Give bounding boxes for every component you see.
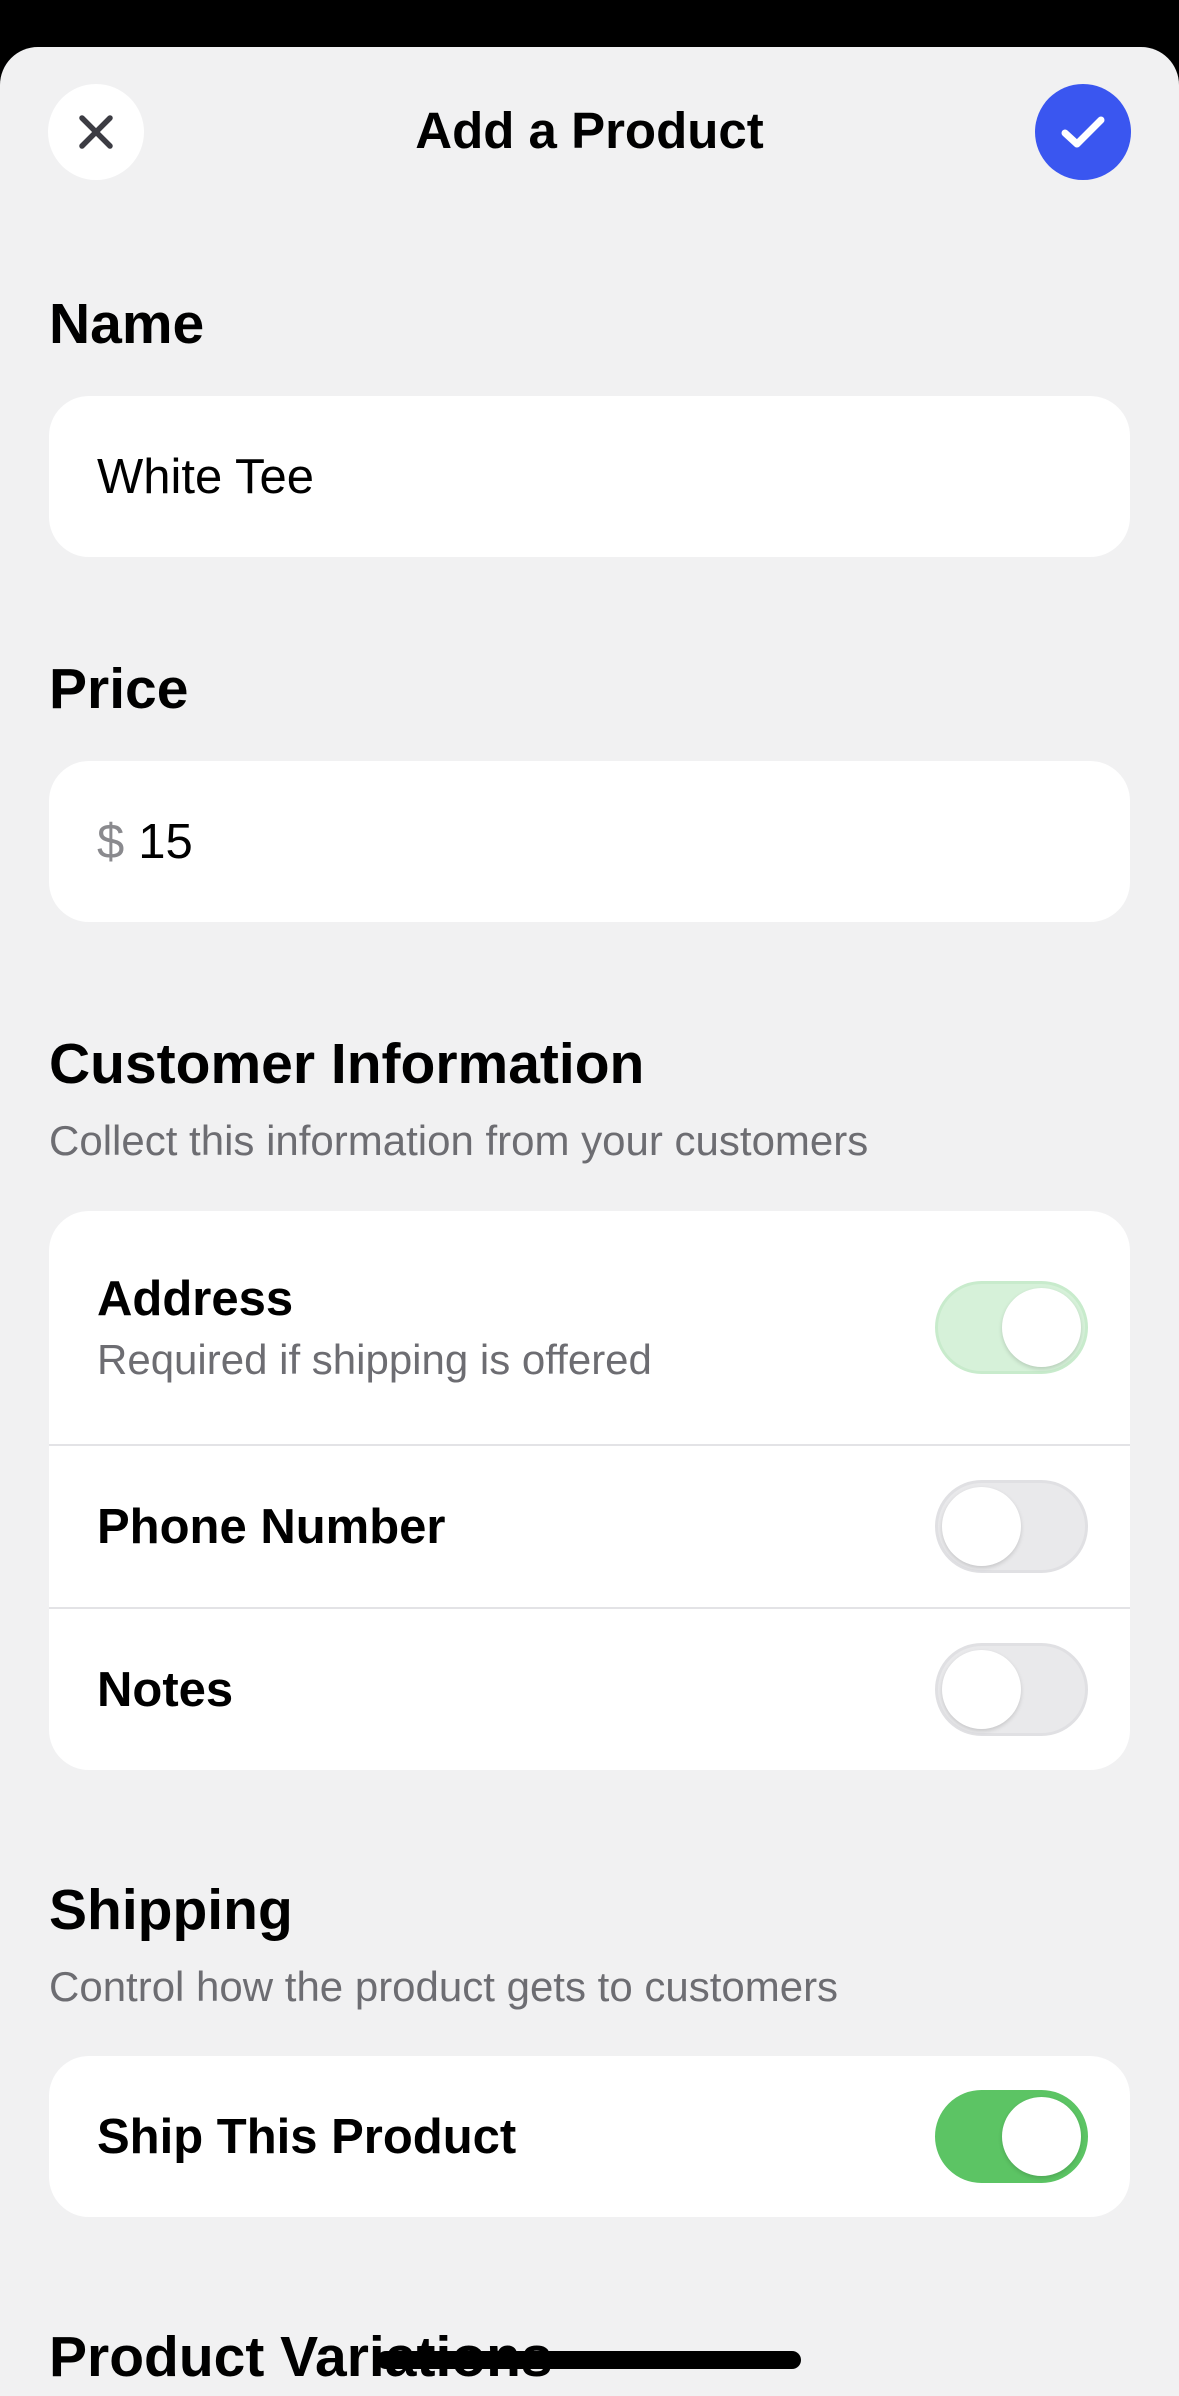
- add-product-sheet: Add a Product Name White Tee Price $ 15 …: [0, 47, 1179, 2396]
- toggle-knob: [942, 1650, 1021, 1729]
- shipping-subtitle: Control how the product gets to customer…: [49, 1963, 839, 2010]
- customer-info-card: Address Required if shipping is offered …: [49, 1211, 1130, 1770]
- page-title: Add a Product: [415, 102, 764, 159]
- toggle-knob: [942, 1487, 1021, 1566]
- name-heading: Name: [49, 292, 205, 356]
- address-label: Address: [97, 1271, 294, 1326]
- checkmark-icon: [1061, 116, 1105, 148]
- ship-product-toggle[interactable]: [935, 2090, 1088, 2183]
- name-input[interactable]: White Tee: [49, 396, 1130, 557]
- sheet-header: Add a Product: [0, 47, 1179, 237]
- price-input-value: 15: [138, 814, 193, 869]
- phone-number-toggle[interactable]: [935, 1480, 1088, 1573]
- address-sublabel: Required if shipping is offered: [97, 1335, 652, 1383]
- home-indicator: [377, 2351, 801, 2369]
- notes-row: Notes: [49, 1607, 1130, 1770]
- currency-symbol: $: [97, 814, 125, 869]
- address-toggle[interactable]: [935, 1281, 1088, 1374]
- price-heading: Price: [49, 657, 189, 721]
- address-row: Address Required if shipping is offered: [49, 1211, 1130, 1444]
- name-input-value: White Tee: [97, 449, 314, 504]
- shipping-heading: Shipping: [49, 1878, 293, 1942]
- customer-info-heading: Customer Information: [49, 1032, 645, 1096]
- shipping-card: Ship This Product: [49, 2056, 1130, 2217]
- toggle-knob: [1002, 1288, 1081, 1367]
- notes-label: Notes: [97, 1662, 234, 1717]
- phone-number-row: Phone Number: [49, 1444, 1130, 1607]
- phone-number-label: Phone Number: [97, 1499, 446, 1554]
- ship-product-row: Ship This Product: [49, 2056, 1130, 2217]
- customer-info-subtitle: Collect this information from your custo…: [49, 1117, 869, 1164]
- toggle-knob: [1002, 2097, 1081, 2176]
- price-input[interactable]: $ 15: [49, 761, 1130, 922]
- notes-toggle[interactable]: [935, 1643, 1088, 1736]
- ship-product-label: Ship This Product: [97, 2109, 517, 2164]
- confirm-button[interactable]: [1035, 84, 1131, 180]
